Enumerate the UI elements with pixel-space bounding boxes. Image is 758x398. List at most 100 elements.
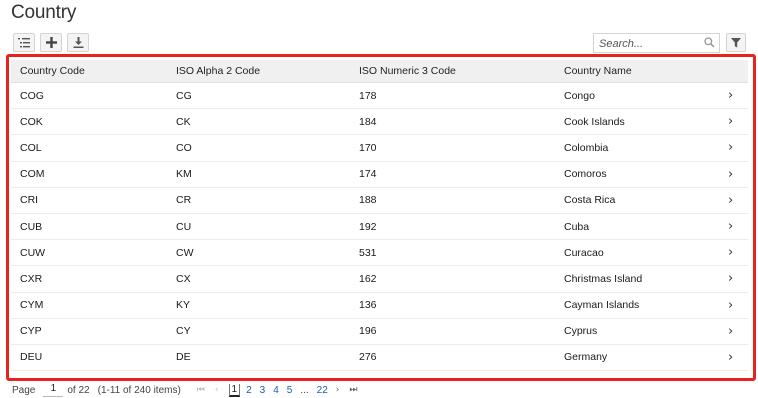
- country-table: Country Code ISO Alpha 2 Code ISO Numeri…: [11, 60, 748, 374]
- country-name-cell: Christmas Island: [564, 272, 643, 285]
- iso-alpha2-cell: KY: [176, 299, 191, 312]
- filter-button[interactable]: [726, 33, 746, 52]
- column-header-iso-alpha2[interactable]: ISO Alpha 2 Code: [176, 65, 260, 77]
- iso-alpha2-cell: CW: [176, 246, 194, 259]
- country-code-cell: CXR: [20, 272, 43, 285]
- chevron-right-icon[interactable]: ›: [728, 115, 733, 128]
- previous-page-icon[interactable]: ‹: [215, 385, 219, 395]
- country-name-cell: Cuba: [564, 220, 590, 233]
- country-code-cell: COG: [20, 89, 44, 102]
- chevron-right-icon[interactable]: ›: [728, 89, 733, 102]
- iso-alpha2-cell: KM: [176, 168, 192, 181]
- chevron-right-icon[interactable]: ›: [728, 194, 733, 207]
- pagination: Page 1 of 22 (1-11 of 240 items) ⏮ ‹ 123…: [12, 383, 368, 397]
- page-link-5[interactable]: 5: [287, 385, 293, 396]
- chevron-right-icon[interactable]: ›: [728, 141, 733, 154]
- iso-numeric3-cell: 162: [359, 272, 377, 285]
- column-header-country-name[interactable]: Country Name: [564, 65, 632, 77]
- country-code-cell: CYM: [20, 299, 44, 312]
- table-row[interactable]: CXR CX 162 Christmas Island ›: [11, 266, 748, 293]
- chevron-right-icon[interactable]: ›: [728, 351, 733, 364]
- country-code-cell: CRI: [20, 194, 39, 207]
- country-code-cell: COM: [20, 168, 45, 181]
- country-code-cell: DEU: [20, 351, 43, 364]
- chevron-right-icon[interactable]: ›: [728, 168, 733, 181]
- country-code-cell: CYP: [20, 325, 42, 338]
- iso-numeric3-cell: 136: [359, 299, 377, 312]
- table-body: COG CG 178 Congo › COK CK 184 Cook Islands › COL CO…: [11, 83, 748, 372]
- country-name-cell: Costa Rica: [564, 194, 616, 207]
- page-link-4[interactable]: 4: [273, 385, 279, 396]
- table-row[interactable]: DEU DE 276 Germany ›: [11, 345, 748, 372]
- iso-alpha2-cell: CK: [176, 115, 191, 128]
- table-header: Country Code ISO Alpha 2 Code ISO Numeri…: [11, 60, 748, 83]
- chevron-right-icon[interactable]: ›: [728, 246, 733, 259]
- iso-numeric3-cell: 178: [359, 89, 377, 102]
- add-button[interactable]: [40, 33, 62, 52]
- iso-numeric3-cell: 196: [359, 325, 377, 338]
- table-row[interactable]: CUB CU 192 Cuba ›: [11, 214, 748, 241]
- country-name-cell: Cyprus: [564, 325, 598, 338]
- iso-numeric3-cell: 276: [359, 351, 377, 364]
- iso-numeric3-cell: 531: [359, 246, 377, 259]
- iso-alpha2-cell: CO: [176, 141, 192, 154]
- search-input[interactable]: [594, 35, 694, 53]
- table-row[interactable]: COK CK 184 Cook Islands ›: [11, 109, 748, 136]
- table-row[interactable]: COL CO 170 Colombia ›: [11, 135, 748, 162]
- table-row[interactable]: CYP CY 196 Cyprus ›: [11, 319, 748, 345]
- page-number-input[interactable]: 1: [43, 383, 64, 397]
- page-link-1[interactable]: 1: [228, 383, 241, 397]
- page-link-last[interactable]: 22: [317, 385, 328, 396]
- country-name-cell: Colombia: [564, 141, 609, 154]
- chevron-right-icon[interactable]: ›: [728, 325, 733, 338]
- iso-alpha2-cell: CY: [176, 325, 191, 338]
- page-of-text: of 22: [67, 384, 90, 396]
- iso-numeric3-cell: 170: [359, 141, 377, 154]
- page-links: 12345: [228, 383, 301, 397]
- iso-numeric3-cell: 192: [359, 220, 377, 233]
- list-view-button[interactable]: [13, 33, 35, 52]
- download-button[interactable]: [67, 33, 89, 52]
- country-code-cell: CUB: [20, 220, 43, 233]
- iso-alpha2-cell: CR: [176, 194, 192, 207]
- iso-alpha2-cell: CU: [176, 220, 192, 233]
- country-code-cell: COK: [20, 115, 43, 128]
- iso-alpha2-cell: CG: [176, 89, 192, 102]
- page-range-text: (1-11 of 240 items): [97, 384, 181, 396]
- iso-numeric3-cell: 174: [359, 168, 377, 181]
- search-box[interactable]: [593, 33, 720, 53]
- page-label: Page: [12, 384, 36, 396]
- chevron-right-icon[interactable]: ›: [728, 220, 733, 233]
- page-link-3[interactable]: 3: [260, 385, 266, 396]
- table-row[interactable]: CYM KY 136 Cayman Islands ›: [11, 293, 748, 319]
- next-page-icon[interactable]: ›: [336, 385, 340, 395]
- chevron-right-icon[interactable]: ›: [728, 272, 733, 285]
- iso-alpha2-cell: CX: [176, 272, 191, 285]
- column-header-country-code[interactable]: Country Code: [20, 65, 85, 77]
- page-ellipsis: ...: [300, 384, 309, 396]
- table-row[interactable]: COM KM 174 Comoros ›: [11, 162, 748, 188]
- download-icon: [73, 37, 83, 48]
- table-row[interactable]: CUW CW 531 Curacao ›: [11, 240, 748, 267]
- search-icon[interactable]: [704, 37, 715, 48]
- country-name-cell: Curacao: [564, 246, 604, 259]
- iso-numeric3-cell: 188: [359, 194, 377, 207]
- country-name-cell: Cayman Islands: [564, 299, 640, 312]
- last-page-icon[interactable]: ⏭: [349, 385, 357, 395]
- iso-alpha2-cell: DE: [176, 351, 191, 364]
- country-code-cell: CUW: [20, 246, 46, 259]
- iso-numeric3-cell: 184: [359, 115, 377, 128]
- country-name-cell: Comoros: [564, 168, 607, 181]
- country-code-cell: COL: [20, 141, 42, 154]
- table-row[interactable]: COG CG 178 Congo ›: [11, 83, 748, 110]
- chevron-right-icon[interactable]: ›: [728, 299, 733, 312]
- list-view-icon: [18, 37, 30, 47]
- table-row[interactable]: CRI CR 188 Costa Rica ›: [11, 188, 748, 214]
- page-link-2[interactable]: 2: [246, 385, 252, 396]
- first-page-icon[interactable]: ⏮: [197, 385, 205, 395]
- country-name-cell: Congo: [564, 89, 595, 102]
- plus-icon: [45, 37, 57, 48]
- column-header-iso-numeric3[interactable]: ISO Numeric 3 Code: [359, 65, 456, 77]
- page-title: Country: [11, 2, 77, 23]
- country-name-cell: Germany: [564, 351, 608, 364]
